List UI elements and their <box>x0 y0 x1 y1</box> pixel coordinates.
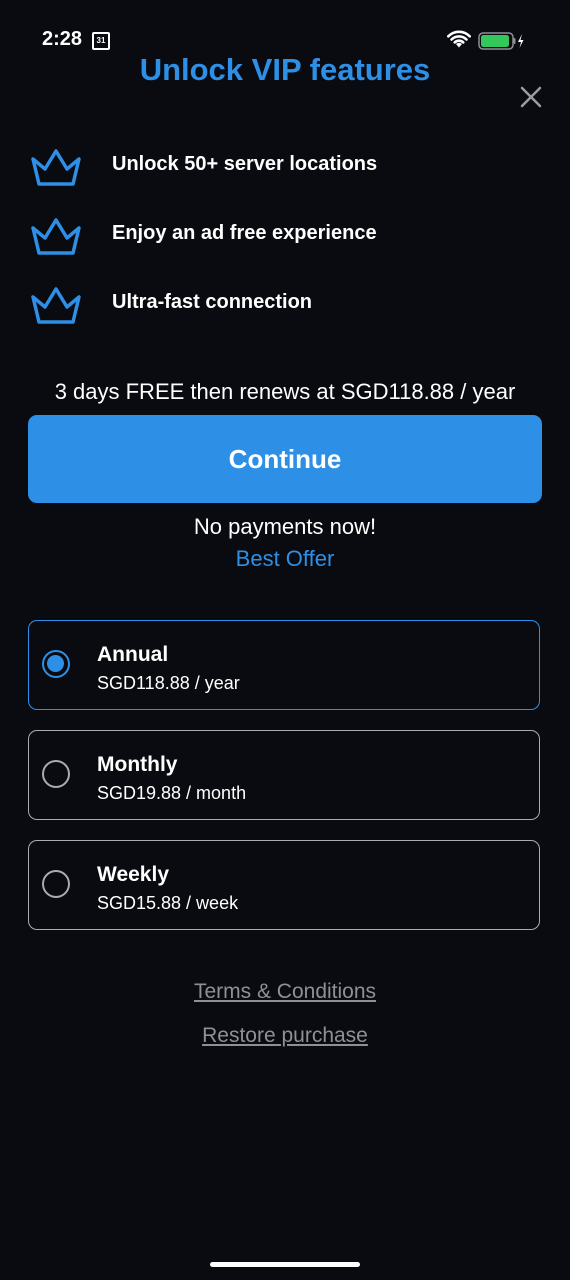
crown-icon <box>31 149 81 186</box>
plan-option-monthly[interactable]: Monthly SGD19.88 / month <box>28 730 540 820</box>
feature-text: Unlock 50+ server locations <box>112 153 378 175</box>
plan-name: Annual <box>97 643 169 666</box>
plan-option-annual[interactable]: Annual SGD118.88 / year <box>28 620 540 710</box>
feature-item: Unlock 50+ server locations <box>28 141 548 191</box>
continue-button[interactable]: Continue <box>28 415 542 503</box>
trial-terms-text: 3 days FREE then renews at SGD118.88 / y… <box>54 379 516 404</box>
plan-option-weekly[interactable]: Weekly SGD15.88 / week <box>28 840 540 930</box>
plan-price: SGD19.88 / month <box>97 783 247 803</box>
home-indicator[interactable] <box>210 1262 360 1267</box>
radio-selected-icon[interactable] <box>42 650 70 678</box>
restore-purchase-link[interactable]: Restore purchase <box>0 1024 570 1048</box>
crown-icon <box>31 287 81 324</box>
plan-price: SGD118.88 / year <box>97 673 240 693</box>
plan-name: Monthly <box>97 753 178 776</box>
terms-link[interactable]: Terms & Conditions <box>0 980 570 1004</box>
close-button[interactable] <box>516 82 546 112</box>
plan-price: SGD15.88 / week <box>97 893 239 913</box>
best-offer-label: Best Offer <box>235 546 335 571</box>
feature-text: Enjoy an ad free experience <box>112 222 377 244</box>
feature-text: Ultra-fast connection <box>112 291 313 313</box>
paywall-screen: 2:28 31 Unlock VIP features Unlock 50+ s… <box>0 0 570 1280</box>
page-title: Unlock VIP features <box>139 52 431 87</box>
feature-item: Enjoy an ad free experience <box>28 210 548 260</box>
status-time: 2:28 <box>42 28 83 50</box>
crown-icon <box>31 218 81 255</box>
radio-unselected-icon[interactable] <box>42 760 70 788</box>
radio-unselected-icon[interactable] <box>42 870 70 898</box>
feature-item: Ultra-fast connection <box>28 279 548 329</box>
calendar-icon: 31 <box>92 32 110 50</box>
close-icon <box>520 86 542 108</box>
plan-name: Weekly <box>97 863 169 886</box>
no-payments-text: No payments now! <box>193 514 377 539</box>
